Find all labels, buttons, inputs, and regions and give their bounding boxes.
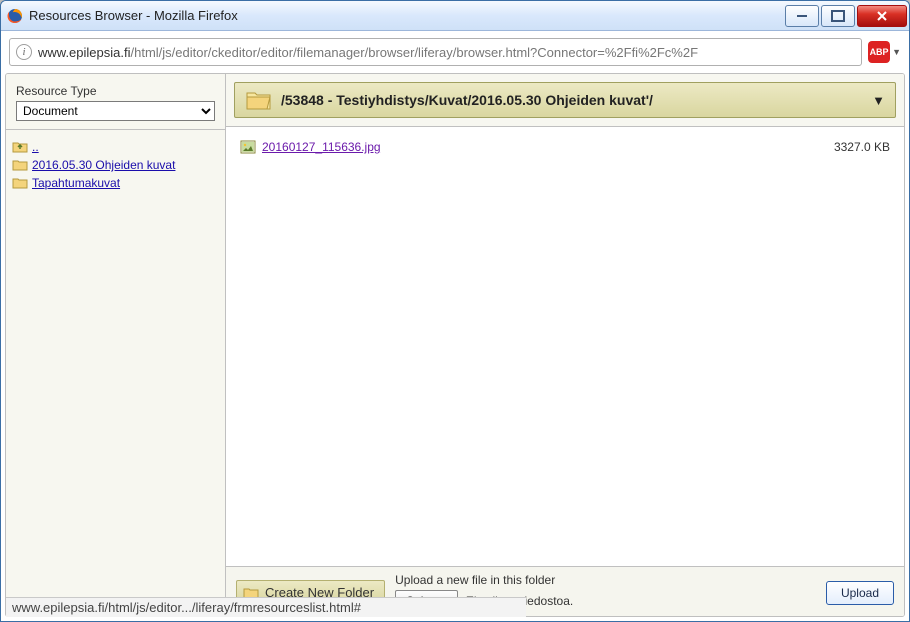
close-button[interactable]: [857, 5, 907, 27]
tree-item[interactable]: 2016.05.30 Ohjeiden kuvat: [12, 156, 219, 174]
status-text: www.epilepsia.fi/html/js/editor.../lifer…: [12, 600, 361, 615]
file-row[interactable]: 20160127_115636.jpg 3327.0 KB: [240, 139, 890, 155]
abp-extension[interactable]: ABP ▼: [868, 41, 901, 63]
tree-link[interactable]: Tapahtumakuvat: [32, 176, 120, 190]
titlebar[interactable]: Resources Browser - Mozilla Firefox: [1, 1, 909, 31]
address-bar[interactable]: i www.epilepsia.fi/html/js/editor/ckedit…: [9, 38, 862, 66]
main-panel: /53848 - Testiyhdistys/Kuvat/2016.05.30 …: [226, 74, 904, 616]
resource-type-select[interactable]: Document: [16, 101, 215, 121]
current-path: /53848 - Testiyhdistys/Kuvat/2016.05.30 …: [281, 92, 864, 108]
folder-open-icon: [245, 88, 273, 112]
folder-up-icon: [12, 139, 28, 155]
chevron-down-icon: ▼: [892, 47, 901, 57]
folder-icon: [12, 175, 28, 191]
tree-link[interactable]: 2016.05.30 Ohjeiden kuvat: [32, 158, 175, 172]
resource-type-label: Resource Type: [16, 84, 215, 98]
tree-item-up[interactable]: ..: [12, 138, 219, 156]
folder-tree: .. 2016.05.30 Ohjeiden kuvat: [6, 130, 225, 616]
url-row: i www.epilepsia.fi/html/js/editor/ckedit…: [1, 31, 909, 73]
upload-button[interactable]: Upload: [826, 581, 894, 605]
chevron-down-icon[interactable]: ▼: [872, 93, 885, 108]
firefox-window: Resources Browser - Mozilla Firefox i ww…: [0, 0, 910, 622]
file-list: 20160127_115636.jpg 3327.0 KB: [226, 127, 904, 566]
upload-label: Upload a new file in this folder: [395, 573, 816, 587]
url-text: www.epilepsia.fi/html/js/editor/ckeditor…: [38, 45, 855, 60]
window-title: Resources Browser - Mozilla Firefox: [29, 8, 785, 23]
maximize-button[interactable]: [821, 5, 855, 27]
path-bar[interactable]: /53848 - Testiyhdistys/Kuvat/2016.05.30 …: [234, 82, 896, 118]
image-file-icon: [240, 139, 256, 155]
abp-icon: ABP: [868, 41, 890, 63]
folder-icon: [12, 157, 28, 173]
file-link[interactable]: 20160127_115636.jpg: [262, 140, 381, 154]
file-size: 3327.0 KB: [834, 140, 890, 154]
window-controls: [785, 5, 907, 27]
tree-link[interactable]: ..: [32, 140, 39, 154]
tree-item[interactable]: Tapahtumakuvat: [12, 174, 219, 192]
minimize-button[interactable]: [785, 5, 819, 27]
firefox-icon: [7, 8, 23, 24]
status-bar: www.epilepsia.fi/html/js/editor.../lifer…: [6, 597, 526, 617]
site-info-icon[interactable]: i: [16, 44, 32, 60]
sidebar: Resource Type Document ..: [6, 74, 226, 616]
content-frame: Resource Type Document ..: [5, 73, 905, 617]
